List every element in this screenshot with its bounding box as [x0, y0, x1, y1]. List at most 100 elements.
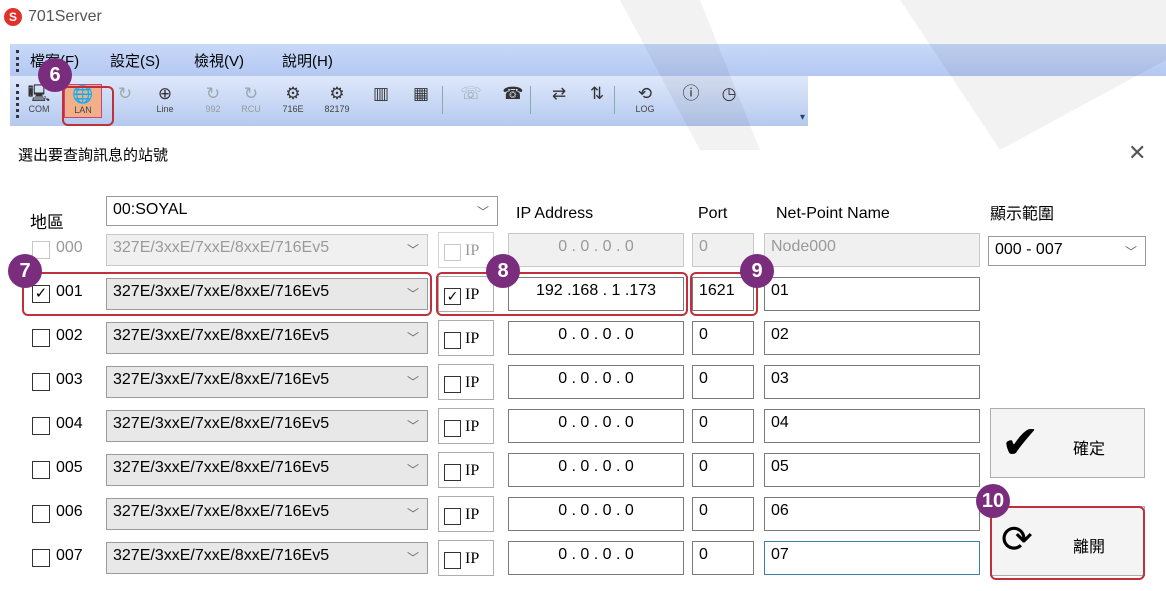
toolbar-sync2-button[interactable]: ⇄ — [540, 84, 578, 118]
clock-download-icon: ◷ — [721, 84, 737, 103]
port-field-006[interactable]: 0 — [692, 497, 754, 531]
highlight-row-001 — [22, 272, 432, 316]
toolbar-download-button[interactable]: ☎ — [494, 84, 532, 118]
station-checkbox-006[interactable] — [32, 505, 50, 523]
port-field-007[interactable]: 0 — [692, 541, 754, 575]
ip-address-field-002[interactable]: 0 . 0 . 0 . 0 — [508, 321, 684, 355]
station-checkbox-007[interactable] — [32, 549, 50, 567]
station-number-007: 007 — [56, 547, 83, 564]
net-point-name-field-003[interactable]: 03 — [764, 365, 980, 399]
area-select-value: 00:SOYAL — [113, 201, 188, 218]
toolbar-info-button[interactable]: ⓘ — [672, 84, 710, 118]
port-field-005[interactable]: 0 — [692, 453, 754, 487]
net-point-name-field-002[interactable]: 02 — [764, 321, 980, 355]
ip-toggle-label: IP — [465, 330, 480, 347]
station-number-006: 006 — [56, 503, 83, 520]
net-point-name-field-001[interactable]: 01 — [764, 277, 980, 311]
device-model-select-002[interactable]: 327E/3xxE/7xxE/8xxE/716Ev5 ﹀ — [106, 322, 428, 354]
toolbar-e-button[interactable]: ▦ — [402, 84, 440, 118]
hardware-h-icon: ▥ — [372, 84, 390, 103]
toolbar-separator — [530, 86, 531, 114]
station-checkbox-004[interactable] — [32, 417, 50, 435]
device-model-value: 327E/3xxE/7xxE/8xxE/716Ev5 — [113, 327, 330, 344]
toolbar-log-label: LOG — [635, 104, 655, 114]
net-point-name-field-005[interactable]: 05 — [764, 453, 980, 487]
line-icon: ⊕ — [157, 84, 173, 103]
toolbar-separator — [442, 86, 443, 114]
display-range-select[interactable]: 000 - 007 ﹀ — [988, 236, 1146, 266]
toolbar-rcu-button[interactable]: ↻ RCU — [232, 84, 270, 118]
menu-help[interactable]: 說明(H) — [282, 50, 333, 71]
toolbar-overflow-icon[interactable]: ▾ — [800, 112, 805, 123]
chevron-down-icon: ﹀ — [1124, 245, 1137, 259]
area-select[interactable]: 00:SOYAL ﹀ — [106, 196, 498, 226]
toolbar-separator — [614, 86, 615, 114]
log-icon: ⟲ — [637, 84, 653, 103]
station-number-003: 003 — [56, 371, 83, 388]
display-range-value: 000 - 007 — [995, 241, 1063, 258]
toolbar-716e-button[interactable]: ⚙ 716E — [274, 84, 312, 118]
toolbar-line-button[interactable]: ⊕ Line — [146, 84, 184, 118]
toolbar-h-button[interactable]: ▥ — [362, 84, 400, 118]
net-point-name-field-004[interactable]: 04 — [764, 409, 980, 443]
device-model-select-006[interactable]: 327E/3xxE/7xxE/8xxE/716Ev5 ﹀ — [106, 498, 428, 530]
toolbar-log-button[interactable]: ⟲ LOG — [626, 84, 664, 118]
port-field-003[interactable]: 0 — [692, 365, 754, 399]
info-icon: ⓘ — [682, 84, 700, 103]
device-model-select-005[interactable]: 327E/3xxE/7xxE/8xxE/716Ev5 ﹀ — [106, 454, 428, 486]
toolbar-82179-button[interactable]: ⚙ 82179 — [318, 84, 356, 118]
step-badge-8: 8 — [486, 254, 520, 288]
chevron-down-icon: ﹀ — [476, 205, 489, 219]
device-model-value: 327E/3xxE/7xxE/8xxE/716Ev5 — [113, 459, 330, 476]
toolbar-992-label: 992 — [205, 104, 221, 114]
port-field-004[interactable]: 0 — [692, 409, 754, 443]
ip-toggle-button-006[interactable]: IP — [438, 496, 494, 532]
chevron-down-icon: ﹀ — [406, 463, 419, 477]
net-point-name-field-007[interactable]: 07 — [764, 541, 980, 575]
ip-checkbox — [444, 464, 461, 481]
ip-toggle-button-007[interactable]: IP — [438, 540, 494, 576]
ip-checkbox — [444, 244, 461, 261]
ip-address-field-003[interactable]: 0 . 0 . 0 . 0 — [508, 365, 684, 399]
port-field-002[interactable]: 0 — [692, 321, 754, 355]
ip-checkbox — [444, 552, 461, 569]
station-number-000: 000 — [56, 239, 83, 256]
station-checkbox-003[interactable] — [32, 373, 50, 391]
ip-toggle-label: IP — [465, 550, 480, 567]
up-down-icon: ⇅ — [589, 84, 605, 103]
ip-address-field-004[interactable]: 0 . 0 . 0 . 0 — [508, 409, 684, 443]
station-number-002: 002 — [56, 327, 83, 344]
device-model-select-004[interactable]: 327E/3xxE/7xxE/8xxE/716Ev5 ﹀ — [106, 410, 428, 442]
toolbar-updown-button[interactable]: ⇅ — [578, 84, 616, 118]
ip-toggle-button-002[interactable]: IP — [438, 320, 494, 356]
toolbar-call-button[interactable]: ☏ — [452, 84, 490, 118]
ip-toggle-button-004[interactable]: IP — [438, 408, 494, 444]
net-point-name-field-006[interactable]: 06 — [764, 497, 980, 531]
chevron-down-icon: ﹀ — [406, 331, 419, 345]
sync-icon: ↻ — [243, 84, 259, 103]
device-model-select-003[interactable]: 327E/3xxE/7xxE/8xxE/716Ev5 ﹀ — [106, 366, 428, 398]
chevron-down-icon: ﹀ — [406, 507, 419, 521]
highlight-ip-address — [436, 272, 688, 316]
toolbar-clock-button[interactable]: ◷ — [710, 84, 748, 118]
ip-address-field-007[interactable]: 0 . 0 . 0 . 0 — [508, 541, 684, 575]
ip-toggle-button-003[interactable]: IP — [438, 364, 494, 400]
toolbar-grip — [16, 84, 19, 118]
toolbar-992-button[interactable]: ↻ 992 — [194, 84, 232, 118]
ok-button[interactable]: ✔ 確定 — [990, 408, 1145, 478]
menu-view[interactable]: 檢視(V) — [194, 50, 244, 71]
ip-checkbox — [444, 420, 461, 437]
menu-settings[interactable]: 設定(S) — [110, 50, 160, 71]
step-badge-6: 6 — [38, 58, 72, 92]
device-model-select-007[interactable]: 327E/3xxE/7xxE/8xxE/716Ev5 ﹀ — [106, 542, 428, 574]
station-checkbox-002[interactable] — [32, 329, 50, 347]
ip-address-field-006[interactable]: 0 . 0 . 0 . 0 — [508, 497, 684, 531]
ip-checkbox — [444, 332, 461, 349]
highlight-lan-button — [62, 86, 114, 126]
chevron-down-icon: ﹀ — [406, 551, 419, 565]
menu-bar: 檔案(F) 設定(S) 檢視(V) 說明(H) — [10, 44, 1166, 76]
station-checkbox-005[interactable] — [32, 461, 50, 479]
close-icon[interactable]: ✕ — [1128, 140, 1146, 166]
ip-address-field-005[interactable]: 0 . 0 . 0 . 0 — [508, 453, 684, 487]
ip-toggle-button-005[interactable]: IP — [438, 452, 494, 488]
